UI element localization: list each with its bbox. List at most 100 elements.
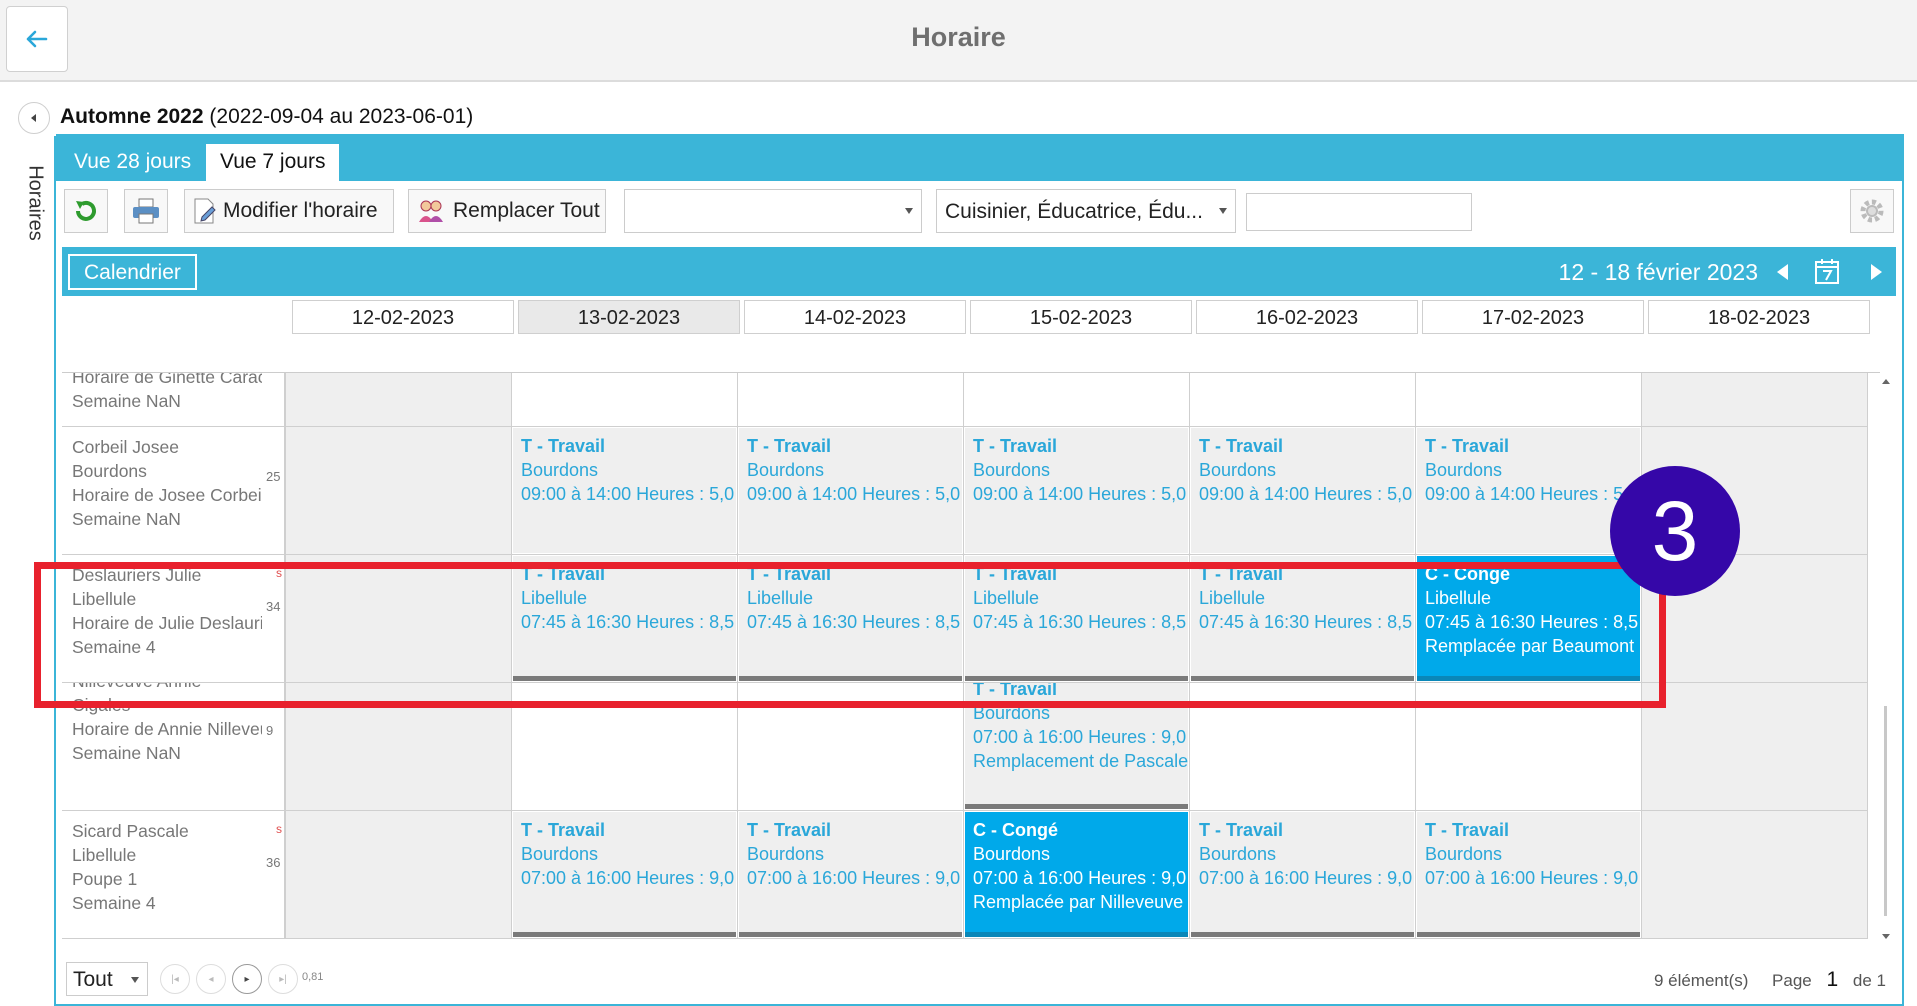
shift-group: Bourdons [1199, 460, 1277, 480]
employee-name-cell[interactable]: Horaire de Ginette Carac Semaine NaN [62, 373, 286, 427]
employee-line: Bourdons [72, 461, 147, 481]
employee-line: Corbeil Josee [72, 437, 179, 457]
schedule-cell[interactable] [286, 811, 512, 939]
day-header[interactable]: 16-02-2023 [1196, 300, 1418, 334]
schedule-cell[interactable]: T - Travail Bourdons 09:00 à 14:00 Heure… [512, 427, 738, 555]
tab-28-days[interactable]: Vue 28 jours [60, 144, 205, 181]
day-header[interactable]: 12-02-2023 [292, 300, 514, 334]
previous-week-icon[interactable] [1777, 264, 1788, 280]
top-bar: Horaire [0, 0, 1917, 82]
refresh-button[interactable] [64, 189, 108, 233]
schedule-cell[interactable] [286, 427, 512, 555]
schedule-cell[interactable]: T - Travail Bourdons 09:00 à 14:00 Heure… [1416, 427, 1642, 555]
day-header[interactable]: 13-02-2023 [518, 300, 740, 334]
shift-block[interactable]: T - Travail Bourdons 07:00 à 16:00 Heure… [513, 812, 736, 937]
leave-shift-block[interactable]: C - Congé Bourdons 07:00 à 16:00 Heures … [965, 812, 1188, 937]
employee-line: Horaire de Annie Nilleveu [72, 719, 262, 739]
schedule-cell[interactable] [512, 373, 738, 427]
schedule-cell[interactable] [1416, 373, 1642, 427]
page-size-dropdown[interactable]: Tout [66, 962, 148, 996]
schedule-cell[interactable]: T - Travail Bourdons 07:00 à 16:00 Heure… [1416, 811, 1642, 939]
schedule-cell[interactable]: T - Travail Bourdons 07:00 à 16:00 Heure… [512, 811, 738, 939]
version-label: 0,81 [302, 971, 324, 983]
first-page-button[interactable]: |◂ [160, 964, 190, 994]
employee-line: Semaine 4 [72, 893, 156, 913]
schedule-cell[interactable] [964, 373, 1190, 427]
tab-7-days[interactable]: Vue 7 jours [206, 144, 340, 181]
calendar-button[interactable]: Calendrier [68, 254, 197, 290]
filter-dropdown-1[interactable] [624, 189, 922, 233]
employee-line: Semaine NaN [72, 743, 181, 763]
schedule-cell[interactable]: T - Travail Bourdons 09:00 à 14:00 Heure… [738, 427, 964, 555]
shift-type: T - Travail [747, 820, 832, 840]
schedule-cell[interactable] [1642, 373, 1868, 427]
next-week-icon[interactable] [1871, 264, 1882, 280]
shift-type: T - Travail [1425, 436, 1510, 456]
day-header[interactable]: 14-02-2023 [744, 300, 966, 334]
replace-all-label: Remplacer Tout [453, 199, 600, 222]
role-filter-dropdown[interactable]: Cuisinier, Éducatrice, Édu... [936, 189, 1236, 233]
chevron-down-icon [1219, 208, 1227, 214]
edit-schedule-button[interactable]: Modifier l'horaire [184, 189, 394, 233]
printer-icon [133, 198, 159, 224]
shift-time: 09:00 à 14:00 Heures : 5,0 [1425, 484, 1639, 504]
shift-block[interactable]: T - Travail Bourdons 07:00 à 16:00 Heure… [1417, 812, 1640, 937]
schedule-cell[interactable]: T - Travail Bourdons 09:00 à 14:00 Heure… [1190, 427, 1416, 555]
collapse-sidebar-button[interactable] [18, 102, 50, 134]
edit-schedule-label: Modifier l'horaire [223, 199, 378, 222]
schedule-cell[interactable]: T - Travail Bourdons 09:00 à 14:00 Heure… [964, 427, 1190, 555]
shift-type: T - Travail [1199, 820, 1284, 840]
settings-button[interactable] [1850, 189, 1894, 233]
scrollbar-thumb[interactable] [1884, 706, 1887, 916]
calendar-bar: Calendrier 12 - 18 février 2023 [62, 247, 1896, 296]
print-button[interactable] [124, 189, 168, 233]
last-page-icon: ▸| [279, 973, 287, 985]
sidebar-tab-horaires[interactable]: Horaires [10, 143, 60, 263]
scroll-down-icon [1882, 934, 1890, 939]
next-page-button[interactable]: ▸ [232, 964, 262, 994]
shift-group: Bourdons [1425, 844, 1503, 864]
previous-page-button[interactable]: ◂ [196, 964, 226, 994]
schedule-cell[interactable]: C - Congé Bourdons 07:00 à 16:00 Heures … [964, 811, 1190, 939]
schedule-cell[interactable] [286, 373, 512, 427]
replace-all-button[interactable]: Remplacer Tout [408, 189, 606, 233]
schedule-cell[interactable] [1642, 811, 1868, 939]
shift-time: 07:00 à 16:00 Heures : 9,0 [521, 868, 735, 888]
shift-block[interactable]: T - Travail Bourdons 07:00 à 16:00 Heure… [1191, 812, 1414, 937]
page-number[interactable]: 1 [1826, 968, 1838, 991]
shift-block[interactable]: T - Travail Bourdons 09:00 à 14:00 Heure… [513, 428, 736, 553]
schedule-cell[interactable] [1190, 373, 1416, 427]
shift-group: Bourdons [521, 460, 599, 480]
shift-block[interactable]: T - Travail Bourdons 09:00 à 14:00 Heure… [1191, 428, 1414, 553]
refresh-icon [76, 200, 96, 221]
employee-name-cell[interactable]: Corbeil Josee Bourdons Horaire de Josee … [62, 427, 286, 555]
week-date-range: 12 - 18 février 2023 [1558, 259, 1758, 285]
shift-time: 07:00 à 16:00 Heures : 9,0 [1199, 868, 1413, 888]
schedule-cell[interactable]: T - Travail Bourdons 07:00 à 16:00 Heure… [738, 811, 964, 939]
shift-type: T - Travail [521, 436, 606, 456]
page-size-value: Tout [73, 968, 113, 991]
shift-block[interactable]: T - Travail Bourdons 09:00 à 14:00 Heure… [1417, 428, 1640, 553]
vertical-scrollbar[interactable] [1880, 376, 1892, 939]
schedule-cell[interactable] [1642, 683, 1868, 811]
schedule-cell[interactable]: T - Travail Bourdons 07:00 à 16:00 Heure… [1190, 811, 1416, 939]
search-input[interactable] [1246, 193, 1472, 231]
day-header[interactable]: 17-02-2023 [1422, 300, 1644, 334]
toolbar: Modifier l'horaire Remplacer Tout Cuisin… [56, 181, 1902, 243]
employee-name-cell[interactable]: Sicard Pascale Libellule Poupe 1 Semaine… [62, 811, 286, 939]
shift-block[interactable]: T - Travail Bourdons 09:00 à 14:00 Heure… [965, 428, 1188, 553]
shift-block[interactable]: T - Travail Bourdons 07:00 à 16:00 Heure… [739, 812, 962, 937]
shift-time: 07:00 à 16:00 Heures : 9,0 [973, 727, 1187, 747]
last-page-button[interactable]: ▸| [268, 964, 298, 994]
shift-type: T - Travail [1199, 436, 1284, 456]
employee-line: Semaine NaN [72, 509, 181, 529]
calendar-icon[interactable] [1814, 257, 1840, 285]
step-badge: 3 [1610, 466, 1740, 596]
day-header[interactable]: 15-02-2023 [970, 300, 1192, 334]
shift-group: Bourdons [747, 844, 825, 864]
day-header[interactable]: 18-02-2023 [1648, 300, 1870, 334]
highlight-box [34, 562, 1666, 708]
shift-block[interactable]: T - Travail Bourdons 09:00 à 14:00 Heure… [739, 428, 962, 553]
shift-group: Bourdons [1425, 460, 1503, 480]
schedule-cell[interactable] [738, 373, 964, 427]
